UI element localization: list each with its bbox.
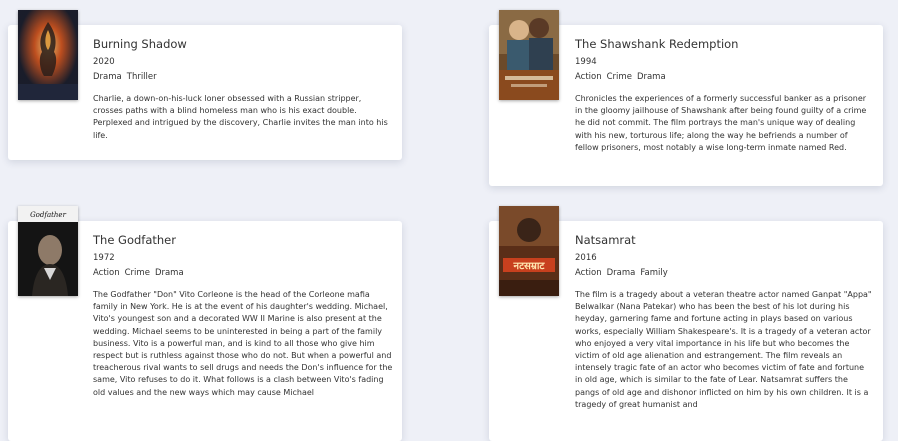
movie-genres: Drama Thriller <box>93 72 393 83</box>
genre-tag: Drama <box>636 72 666 82</box>
godfather-poster-icon: Godfather <box>18 206 78 296</box>
genre-tag: Drama <box>154 268 184 278</box>
movie-plot: The Godfather "Don" Vito Corleone is the… <box>93 290 393 397</box>
genre-tag: Family <box>640 268 668 278</box>
movie-poster[interactable] <box>18 10 78 100</box>
movie-genres: Action Crime Drama <box>575 72 873 83</box>
movie-plot: Chronicles the experiences of a formerly… <box>575 94 867 152</box>
movie-year: 1972 <box>93 253 115 263</box>
movie-info: The Godfather 1972 Action Crime Drama The … <box>93 233 393 399</box>
genre-tag: Crime <box>606 72 632 82</box>
movie-year: 1994 <box>575 57 597 67</box>
genre-tag: Drama <box>93 72 122 82</box>
movie-title[interactable]: Natsamrat <box>575 233 873 247</box>
natsamrat-poster-icon: नटसम्राट <box>499 206 559 296</box>
movie-genres: Action Drama Family <box>575 268 873 279</box>
movie-poster[interactable] <box>499 10 559 100</box>
burning-figure-poster-icon <box>18 10 78 100</box>
movie-poster[interactable]: Godfather <box>18 206 78 296</box>
svg-text:नटसम्राट: नटसम्राट <box>513 261 546 272</box>
genre-tag: Action <box>575 268 602 278</box>
movie-info: Natsamrat 2016 Action Drama Family The fil… <box>575 233 873 411</box>
svg-text:Godfather: Godfather <box>30 211 67 219</box>
movie-plot: Charlie, a down-on-his-luck loner obsess… <box>93 94 388 140</box>
movie-poster[interactable]: नटसम्राट <box>499 206 559 296</box>
movie-title[interactable]: Burning Shadow <box>93 37 393 51</box>
genre-tag: Drama <box>606 268 636 278</box>
movie-genres: Action Crime Drama <box>93 268 393 279</box>
genre-tag: Action <box>575 72 602 82</box>
genre-tag: Thriller <box>126 72 157 82</box>
genre-tag: Crime <box>124 268 150 278</box>
movie-title[interactable]: The Shawshank Redemption <box>575 37 873 51</box>
movie-info: Burning Shadow 2020 Drama Thriller Charli… <box>93 37 393 142</box>
two-men-poster-icon <box>499 10 559 100</box>
movie-plot: The film is a tragedy about a veteran th… <box>575 290 872 409</box>
movie-title[interactable]: The Godfather <box>93 233 393 247</box>
movie-info: The Shawshank Redemption 1994 Action Crim… <box>575 37 873 154</box>
movie-year: 2020 <box>93 57 115 67</box>
movie-year: 2016 <box>575 253 597 263</box>
genre-tag: Action <box>93 268 120 278</box>
